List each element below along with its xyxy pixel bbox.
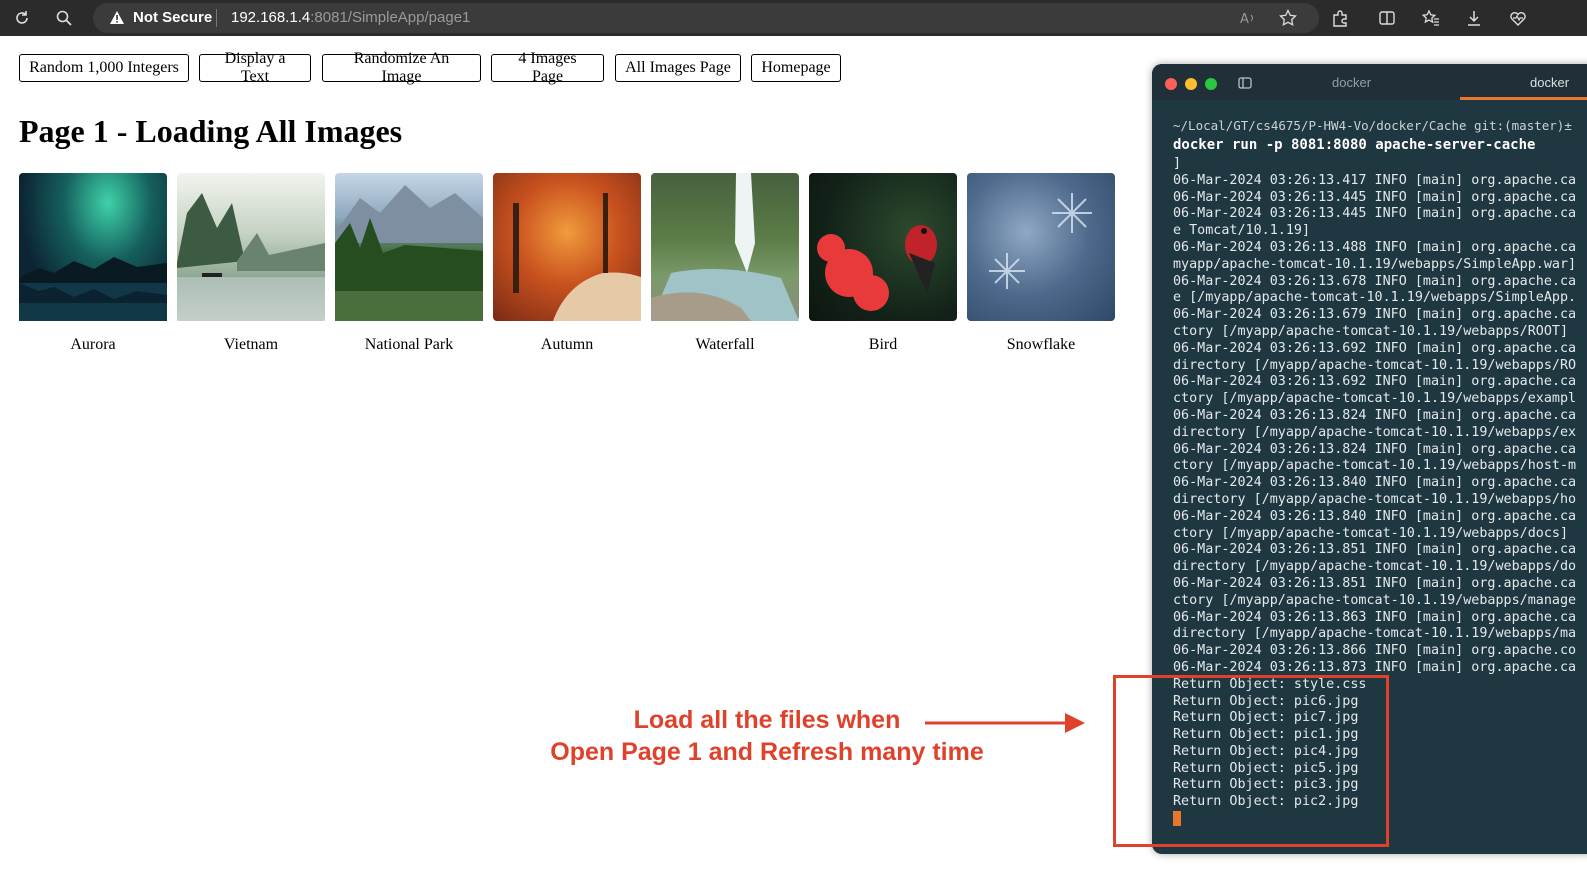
randomize-image-button[interactable]: Randomize An Image bbox=[322, 50, 481, 85]
log-line: 06-Mar-2024 03:26:13.863 INFO [main] org… bbox=[1173, 609, 1577, 625]
bird-image bbox=[809, 173, 957, 321]
terminal-titlebar: docker docker bbox=[1152, 64, 1587, 100]
log-line: 06-Mar-2024 03:26:13.417 INFO [main] org… bbox=[1173, 172, 1577, 188]
log-line: myapp/apache-tomcat-10.1.19/webapps/Simp… bbox=[1173, 256, 1577, 272]
split-screen-icon[interactable] bbox=[1376, 7, 1398, 29]
favorite-star-icon[interactable] bbox=[1277, 7, 1299, 29]
log-line: 06-Mar-2024 03:26:13.488 INFO [main] org… bbox=[1173, 239, 1577, 255]
minimize-icon[interactable] bbox=[1185, 78, 1197, 90]
terminal-command: docker run -p 8081:8080 apache-server-ca… bbox=[1173, 137, 1536, 153]
homepage-button[interactable]: Homepage bbox=[751, 54, 841, 82]
log-line: 06-Mar-2024 03:26:13.866 INFO [main] org… bbox=[1173, 643, 1577, 659]
waterfall-image bbox=[651, 173, 799, 321]
log-line: ctory [/myapp/apache-tomcat-10.1.19/weba… bbox=[1173, 391, 1577, 407]
log-line: 06-Mar-2024 03:26:13.445 INFO [main] org… bbox=[1173, 206, 1577, 222]
close-icon[interactable] bbox=[1165, 78, 1177, 90]
vietnam-image bbox=[177, 173, 325, 321]
log-line: e [/myapp/apache-tomcat-10.1.19/webapps/… bbox=[1173, 290, 1577, 306]
log-line: 06-Mar-2024 03:26:13.851 INFO [main] org… bbox=[1173, 575, 1577, 591]
all-images-page-button[interactable]: All Images Page bbox=[615, 54, 741, 82]
search-icon[interactable] bbox=[53, 7, 75, 29]
url-text[interactable]: 192.168.1.4:8081/SimpleApp/page1 bbox=[231, 9, 470, 26]
extensions-icon[interactable] bbox=[1329, 7, 1351, 29]
log-line: directory [/myapp/apache-tomcat-10.1.19/… bbox=[1173, 491, 1577, 507]
log-line: e Tomcat/10.1.19] bbox=[1173, 223, 1311, 239]
download-icon[interactable] bbox=[1463, 7, 1485, 29]
caption-waterfall: Waterfall bbox=[695, 336, 755, 353]
terminal-tab-1[interactable]: docker bbox=[1332, 75, 1371, 90]
log-line: ctory [/myapp/apache-tomcat-10.1.19/weba… bbox=[1173, 525, 1569, 541]
log-line: 06-Mar-2024 03:26:13.851 INFO [main] org… bbox=[1173, 542, 1577, 558]
random-integers-button[interactable]: Random 1,000 Integers bbox=[19, 54, 189, 82]
favorites-icon[interactable] bbox=[1420, 7, 1442, 29]
url-host: 192.168.1.4 bbox=[231, 9, 311, 26]
log-line: 06-Mar-2024 03:26:13.840 INFO [main] org… bbox=[1173, 508, 1577, 524]
sidebar-icon[interactable] bbox=[1238, 76, 1252, 94]
aurora-image bbox=[19, 173, 167, 321]
annotation-arrow-icon bbox=[925, 713, 1085, 733]
svg-text:A: A bbox=[1240, 12, 1249, 27]
annotation-line-2: Open Page 1 and Refresh many time bbox=[550, 738, 984, 766]
caption-vietnam: Vietnam bbox=[223, 336, 279, 353]
caption-snowflake: Snowflake bbox=[1006, 336, 1076, 353]
log-line: directory [/myapp/apache-tomcat-10.1.19/… bbox=[1173, 626, 1577, 642]
display-text-button[interactable]: Display a Text bbox=[199, 50, 311, 85]
address-bar[interactable]: Not Secure 192.168.1.4:8081/SimpleApp/pa… bbox=[93, 3, 1319, 33]
log-line: ctory [/myapp/apache-tomcat-10.1.19/weba… bbox=[1173, 592, 1577, 608]
highlight-box bbox=[1113, 675, 1389, 847]
log-line: 06-Mar-2024 03:26:13.824 INFO [main] org… bbox=[1173, 407, 1577, 423]
not-secure-label[interactable]: Not Secure bbox=[133, 9, 212, 26]
browser-toolbar: Not Secure 192.168.1.4:8081/SimpleApp/pa… bbox=[0, 0, 1587, 36]
log-line: ctory [/myapp/apache-tomcat-10.1.19/weba… bbox=[1173, 323, 1569, 339]
log-line: 06-Mar-2024 03:26:13.445 INFO [main] org… bbox=[1173, 189, 1577, 205]
refresh-icon[interactable] bbox=[11, 7, 33, 29]
log-line: directory [/myapp/apache-tomcat-10.1.19/… bbox=[1173, 559, 1577, 575]
autumn-image bbox=[493, 173, 641, 321]
url-path: :8081/SimpleApp/page1 bbox=[310, 9, 471, 26]
log-line: ] bbox=[1173, 156, 1182, 171]
log-line: directory [/myapp/apache-tomcat-10.1.19/… bbox=[1173, 357, 1577, 373]
log-line: 06-Mar-2024 03:26:13.692 INFO [main] org… bbox=[1173, 374, 1577, 390]
health-icon[interactable] bbox=[1507, 7, 1529, 29]
log-line: 06-Mar-2024 03:26:13.679 INFO [main] org… bbox=[1173, 307, 1577, 323]
log-line: 06-Mar-2024 03:26:13.678 INFO [main] org… bbox=[1173, 273, 1577, 289]
log-line: ctory [/myapp/apache-tomcat-10.1.19/weba… bbox=[1173, 458, 1577, 474]
log-line: 06-Mar-2024 03:26:13.824 INFO [main] org… bbox=[1173, 441, 1577, 457]
warning-icon bbox=[109, 10, 125, 30]
read-aloud-icon[interactable]: A bbox=[1237, 7, 1259, 29]
log-line: 06-Mar-2024 03:26:13.692 INFO [main] org… bbox=[1173, 340, 1577, 356]
page-title: Page 1 - Loading All Images bbox=[19, 113, 403, 149]
caption-national-park: National Park bbox=[364, 336, 454, 353]
active-tab-indicator bbox=[1460, 97, 1587, 100]
snowflake-image bbox=[967, 173, 1115, 321]
national-park-image bbox=[335, 173, 483, 321]
terminal-prompt: ~/Local/GT/cs4675/P-HW4-Vo/docker/Cache … bbox=[1173, 118, 1572, 133]
four-images-page-button[interactable]: 4 Images Page bbox=[491, 50, 604, 85]
caption-aurora: Aurora bbox=[70, 336, 116, 353]
log-line: directory [/myapp/apache-tomcat-10.1.19/… bbox=[1173, 424, 1577, 440]
address-divider bbox=[216, 9, 217, 27]
caption-autumn: Autumn bbox=[540, 336, 594, 353]
caption-bird: Bird bbox=[868, 336, 898, 353]
terminal-tab-2[interactable]: docker bbox=[1530, 75, 1569, 90]
maximize-icon[interactable] bbox=[1205, 78, 1217, 90]
log-line: 06-Mar-2024 03:26:13.840 INFO [main] org… bbox=[1173, 475, 1577, 491]
